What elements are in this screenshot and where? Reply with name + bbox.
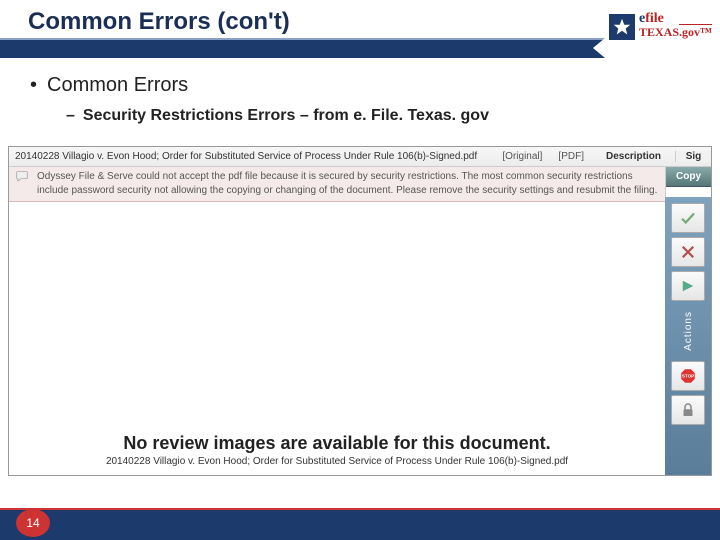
tag-original: [Original] [494, 151, 550, 162]
no-review-text: No review images are available for this … [9, 433, 665, 454]
footer-bar [0, 508, 720, 540]
sig-label: Sig [675, 151, 711, 162]
tag-pdf: [PDF] [550, 151, 592, 162]
no-review-filename: 20140228 Villagio v. Evon Hood; Order fo… [9, 456, 665, 467]
stop-action-button[interactable]: STOP [671, 361, 705, 391]
svg-text:STOP: STOP [682, 373, 694, 378]
speech-bubble-icon [9, 167, 35, 202]
bullet-level1: Common Errors [30, 74, 690, 97]
slide: Common Errors (con't) efile TEXAS.gov™ C… [0, 0, 720, 540]
star-icon [609, 14, 635, 40]
slide-title: Common Errors (con't) [28, 8, 290, 36]
description-label: Description [592, 151, 675, 162]
error-message: Odyssey File & Serve could not accept th… [35, 167, 665, 202]
logo-file: file [645, 11, 664, 26]
logo-text: efile TEXAS.gov™ [639, 12, 712, 38]
bullet-level2: Security Restrictions Errors – from e. F… [66, 107, 690, 125]
reject-action-button[interactable] [671, 237, 705, 267]
bullet-list: Common Errors Security Restrictions Erro… [30, 74, 690, 125]
forward-action-button[interactable] [671, 271, 705, 301]
logo-texas: TEXAS [639, 25, 679, 39]
actions-rail: Actions STOP [665, 197, 711, 475]
efile-texas-logo: efile TEXAS.gov™ [605, 0, 720, 58]
no-review-block: No review images are available for this … [9, 433, 665, 467]
page-number: 14 [20, 514, 46, 532]
lock-action-button[interactable] [671, 395, 705, 425]
screenshot-panel: 20140228 Villagio v. Evon Hood; Order fo… [8, 146, 712, 476]
file-header-row: 20140228 Villagio v. Evon Hood; Order fo… [9, 147, 711, 167]
actions-label: Actions [683, 311, 694, 351]
copy-button[interactable]: Copy [666, 167, 711, 187]
filename: 20140228 Villagio v. Evon Hood; Order fo… [9, 151, 494, 162]
error-row: Odyssey File & Serve could not accept th… [9, 167, 711, 202]
approve-action-button[interactable] [671, 203, 705, 233]
logo-gov: .gov™ [679, 24, 712, 39]
